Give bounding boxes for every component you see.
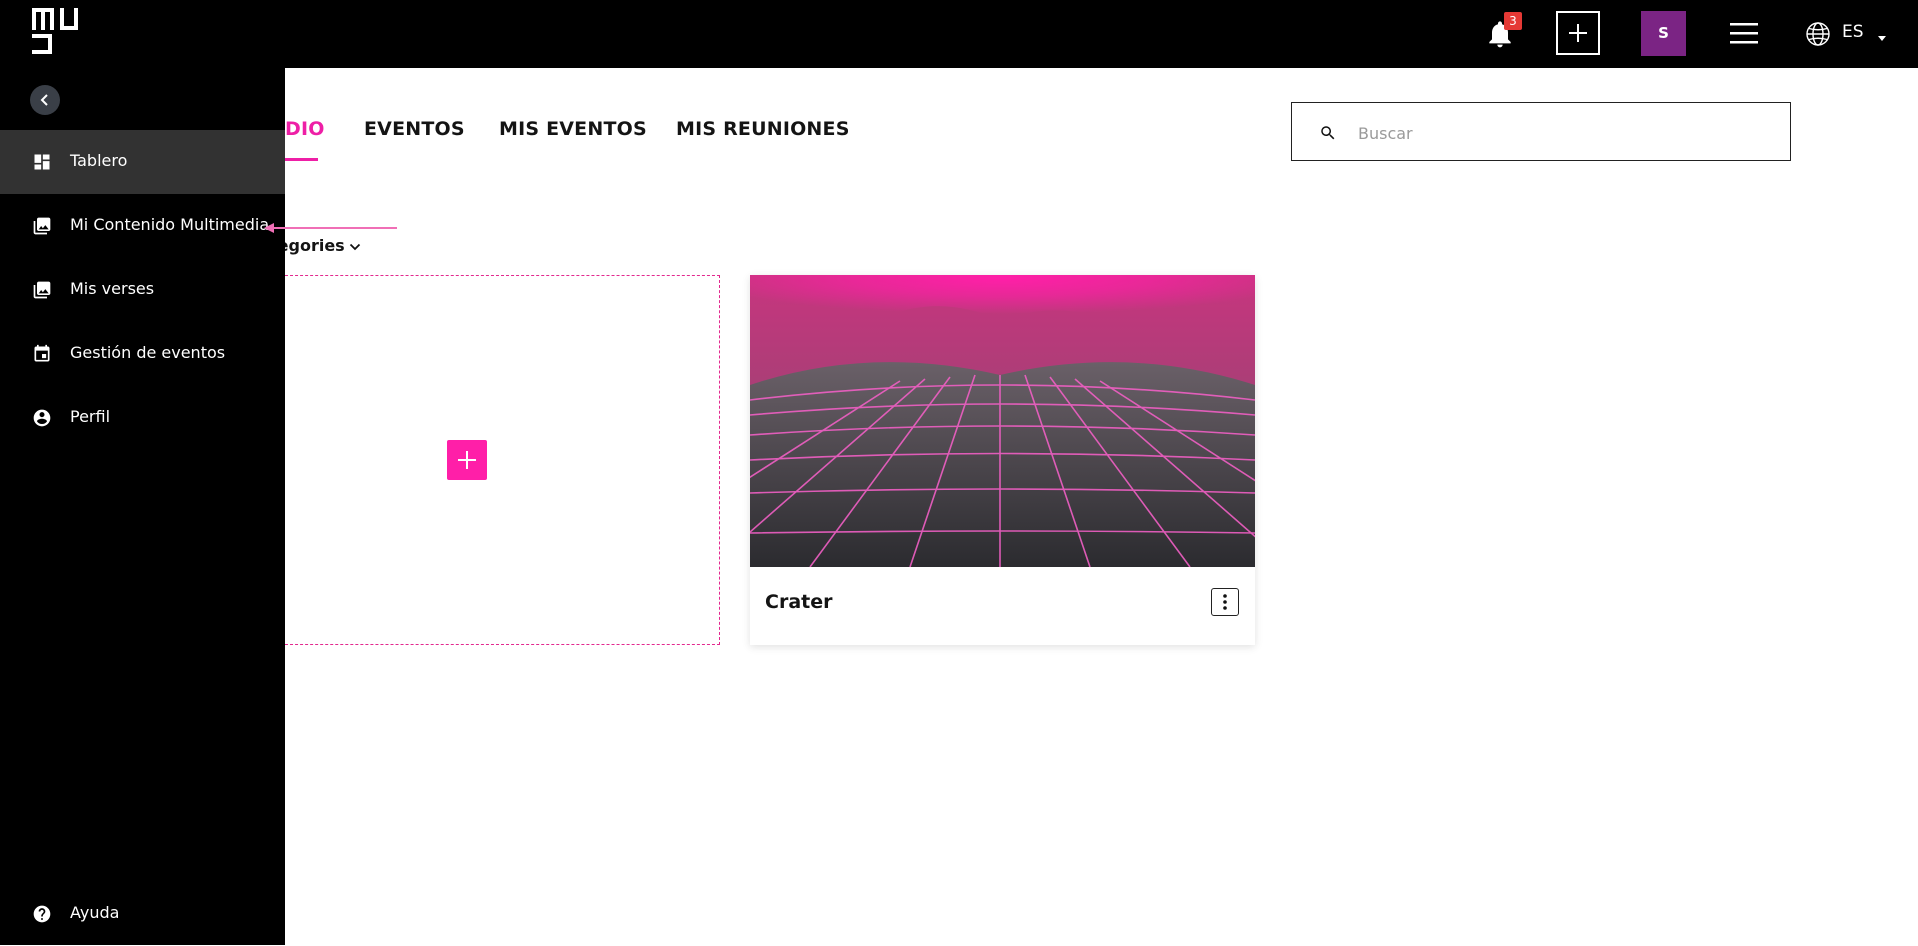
active-tab-indicator <box>285 158 318 161</box>
chevron-left-icon <box>40 94 48 106</box>
sidebar-item-tablero[interactable]: Tablero <box>0 130 285 194</box>
more-vertical-icon <box>1223 594 1227 610</box>
logo-icon[interactable] <box>30 6 82 62</box>
create-button[interactable] <box>1556 11 1600 55</box>
help-icon <box>33 905 51 923</box>
sidebar-item-gestion-de-eventos[interactable]: Gestión de eventos <box>0 322 285 386</box>
verse-card[interactable]: Crater <box>750 275 1255 645</box>
sidebar: Tablero Mi Contenido Multimedia Mis vers… <box>0 68 285 945</box>
tab-eventos[interactable]: EVENTOS <box>364 118 465 140</box>
tab-mis-eventos[interactable]: MIS EVENTOS <box>499 118 647 140</box>
hamburger-icon <box>1730 23 1758 44</box>
language-selector[interactable] <box>1805 21 1831 51</box>
verse-options-button[interactable] <box>1211 588 1239 616</box>
plus-icon <box>1569 24 1587 42</box>
sidebar-item-label: Gestión de eventos <box>70 343 226 362</box>
sidebar-item-mis-verses[interactable]: Mis verses <box>0 258 285 322</box>
verse-thumbnail[interactable] <box>750 275 1255 567</box>
top-bar: 3 S ES <box>0 0 1918 68</box>
sidebar-item-label: Tablero <box>70 151 128 170</box>
search-box <box>1291 102 1791 161</box>
photo-library-icon <box>33 281 51 299</box>
sidebar-item-label: Ayuda <box>70 903 120 922</box>
dashboard-icon <box>34 154 50 170</box>
sidebar-item-label: Perfil <box>70 407 111 426</box>
globe-icon <box>1806 22 1830 46</box>
tab-dio[interactable]: DIO <box>285 118 325 140</box>
user-avatar[interactable]: S <box>1641 11 1686 56</box>
search-input[interactable] <box>1356 113 1780 153</box>
chevron-down-icon <box>349 243 360 250</box>
pointer-arrow-icon <box>262 220 402 239</box>
language-label[interactable]: ES <box>1842 22 1864 42</box>
create-verse-card[interactable] <box>285 275 720 645</box>
sidebar-item-mi-contenido-multimedia[interactable]: Mi Contenido Multimedia <box>0 194 285 258</box>
caret-down-icon[interactable] <box>1877 28 1887 47</box>
verse-title: Crater <box>765 591 833 613</box>
sidebar-item-label: Mis verses <box>70 279 155 298</box>
sidebar-item-perfil[interactable]: Perfil <box>0 386 285 450</box>
calendar-icon <box>34 344 50 362</box>
menu-button[interactable] <box>1730 20 1758 50</box>
search-icon <box>1321 126 1335 140</box>
plus-icon <box>458 451 476 469</box>
notification-count-badge: 3 <box>1504 12 1522 30</box>
tab-mis-reuniones[interactable]: MIS REUNIONES <box>676 118 850 140</box>
media-library-icon <box>33 217 51 235</box>
collapse-sidebar-button[interactable] <box>30 85 60 115</box>
sidebar-item-ayuda[interactable]: Ayuda <box>0 882 285 946</box>
sidebar-item-label: Mi Contenido Multimedia <box>70 215 270 234</box>
account-circle-icon <box>33 409 51 427</box>
create-verse-button[interactable] <box>447 440 487 480</box>
